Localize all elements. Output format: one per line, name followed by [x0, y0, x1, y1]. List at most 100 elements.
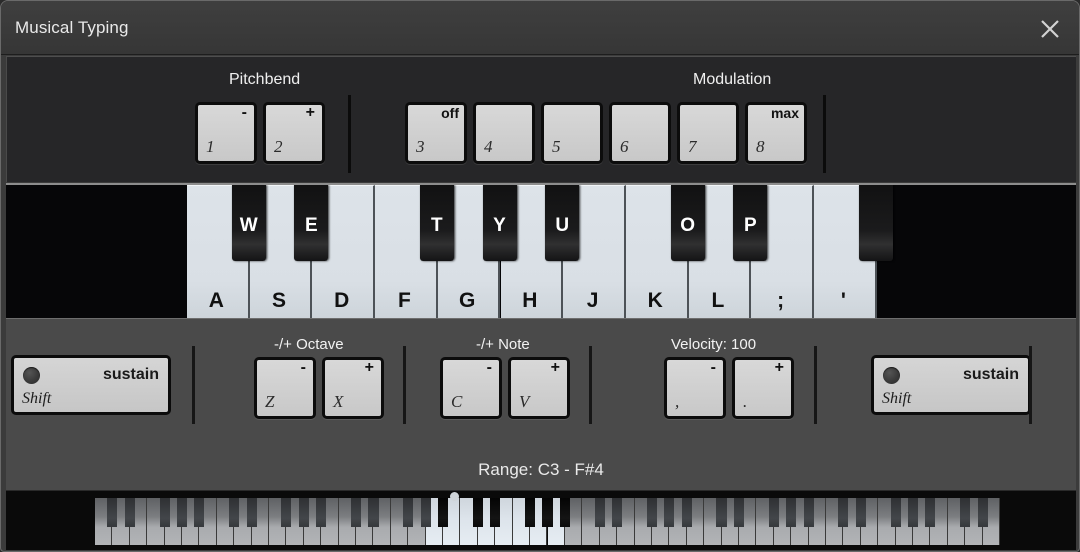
controls-divider-4	[814, 346, 817, 424]
black-key[interactable]	[858, 185, 893, 261]
velocity-down-key: ,	[675, 392, 680, 411]
pitchbend-up-button[interactable]: + 2	[263, 102, 325, 164]
sustain-button-right[interactable]: sustain Shift	[871, 355, 1031, 415]
modulation-button-4[interactable]: 4	[473, 102, 535, 164]
white-key-label: H	[522, 289, 538, 312]
mini-black-key[interactable]	[420, 498, 431, 527]
mini-black-key[interactable]	[559, 498, 570, 527]
black-key[interactable]: P	[733, 185, 768, 261]
note-down-button[interactable]: - C	[440, 357, 502, 419]
mini-black-key[interactable]	[612, 498, 623, 527]
mini-black-key[interactable]	[542, 498, 553, 527]
mini-black-key[interactable]	[194, 498, 205, 527]
mini-black-key[interactable]	[803, 498, 814, 527]
black-key[interactable]: W	[231, 185, 266, 261]
mini-black-key[interactable]	[681, 498, 692, 527]
white-key-label: D	[334, 289, 350, 312]
range-area: Range: C3 - F#4	[6, 448, 1076, 493]
mini-black-key[interactable]	[838, 498, 849, 527]
black-key[interactable]: Y	[482, 185, 517, 261]
pitchbend-down-sup: -	[241, 104, 247, 121]
mini-black-key[interactable]	[472, 498, 483, 527]
mini-black-key[interactable]	[925, 498, 936, 527]
modulation-button-3-key: 3	[416, 137, 425, 156]
sustain-button-left[interactable]: sustain Shift	[11, 355, 171, 415]
mini-black-key[interactable]	[490, 498, 501, 527]
note-down-key: C	[451, 392, 463, 411]
black-key-label: E	[305, 215, 318, 236]
pitchbend-modulation-panel: Pitchbend Modulation - 1 + 2 off 3 4 5 6	[6, 56, 1076, 182]
octave-down-sup: -	[300, 359, 306, 376]
mini-black-key[interactable]	[855, 498, 866, 527]
mini-black-key[interactable]	[646, 498, 657, 527]
mini-black-key[interactable]	[351, 498, 362, 527]
black-key-label: T	[430, 215, 443, 236]
keyboard-range-overview[interactable]	[6, 490, 1076, 550]
mini-black-key[interactable]	[229, 498, 240, 527]
mini-black-key[interactable]	[768, 498, 779, 527]
mini-black-key[interactable]	[246, 498, 257, 527]
modulation-button-8-sup: max	[770, 105, 799, 121]
velocity-up-button[interactable]: + .	[732, 357, 794, 419]
sustain-led-right-icon	[883, 367, 900, 384]
window-title: Musical Typing	[15, 18, 129, 37]
modulation-label: Modulation	[693, 71, 772, 88]
mini-black-key[interactable]	[907, 498, 919, 527]
mini-black-key[interactable]	[960, 498, 971, 527]
modulation-button-5[interactable]: 5	[541, 102, 603, 164]
pitchbend-up-sup: +	[305, 104, 315, 121]
black-key-label: P	[743, 215, 757, 236]
black-key[interactable]: E	[294, 185, 329, 261]
modulation-button-7-key: 7	[688, 137, 697, 156]
musical-typing-keyboard: A S D F G H J K L; ' W E T Y U O P	[6, 183, 1076, 318]
musical-typing-window: Musical Typing Pitchbend Modulation - 1 …	[0, 0, 1080, 552]
panel-divider-2	[823, 95, 826, 173]
modulation-button-3[interactable]: off 3	[405, 102, 467, 164]
mini-keyboard[interactable]	[95, 492, 1000, 545]
mini-black-key[interactable]	[124, 498, 135, 527]
mini-black-key[interactable]	[159, 498, 170, 527]
octave-up-sup: +	[364, 359, 374, 376]
white-key-label: ;	[777, 289, 785, 312]
mini-black-key[interactable]	[733, 498, 744, 527]
black-key[interactable]: O	[670, 185, 705, 261]
panel-divider-1	[348, 95, 351, 173]
modulation-button-6[interactable]: 6	[609, 102, 671, 164]
note-up-button[interactable]: + V	[508, 357, 570, 419]
pitchbend-label: Pitchbend	[229, 71, 301, 88]
mini-black-key[interactable]	[716, 498, 727, 527]
note-label: -/+ Note	[476, 336, 530, 353]
mini-black-key[interactable]	[368, 498, 379, 527]
mini-black-key[interactable]	[438, 498, 449, 527]
black-key-label: U	[555, 215, 570, 236]
white-key-label: S	[272, 289, 287, 312]
modulation-button-7[interactable]: 7	[677, 102, 739, 164]
velocity-down-button[interactable]: - ,	[664, 357, 726, 419]
range-label: Range: C3 - F#4	[478, 460, 604, 479]
mini-black-key[interactable]	[890, 498, 901, 527]
mini-black-key[interactable]	[176, 498, 188, 527]
mini-black-key[interactable]	[298, 498, 309, 527]
black-key-label: Y	[493, 215, 506, 236]
pitchbend-down-button[interactable]: - 1	[195, 102, 257, 164]
mini-black-key[interactable]	[594, 498, 605, 527]
mini-black-key[interactable]	[107, 498, 118, 527]
octave-down-button[interactable]: - Z	[254, 357, 316, 419]
mini-black-key[interactable]	[403, 498, 414, 527]
white-key-label: G	[458, 289, 476, 312]
mini-black-key[interactable]	[664, 498, 675, 527]
octave-up-button[interactable]: + X	[322, 357, 384, 419]
black-key[interactable]: U	[545, 185, 580, 261]
mini-black-key[interactable]	[786, 498, 797, 527]
octave-label: -/+ Octave	[274, 336, 344, 353]
mini-black-key[interactable]	[977, 498, 988, 527]
range-marker[interactable]	[450, 492, 459, 501]
close-icon[interactable]	[1035, 14, 1065, 44]
mini-black-key[interactable]	[281, 498, 292, 527]
mini-black-key[interactable]	[525, 498, 536, 527]
sustain-label-right: sustain	[962, 366, 1019, 383]
black-key[interactable]: T	[419, 185, 454, 261]
modulation-button-8[interactable]: max 8	[745, 102, 807, 164]
mini-black-key[interactable]	[316, 498, 327, 527]
velocity-down-sup: -	[710, 359, 716, 376]
